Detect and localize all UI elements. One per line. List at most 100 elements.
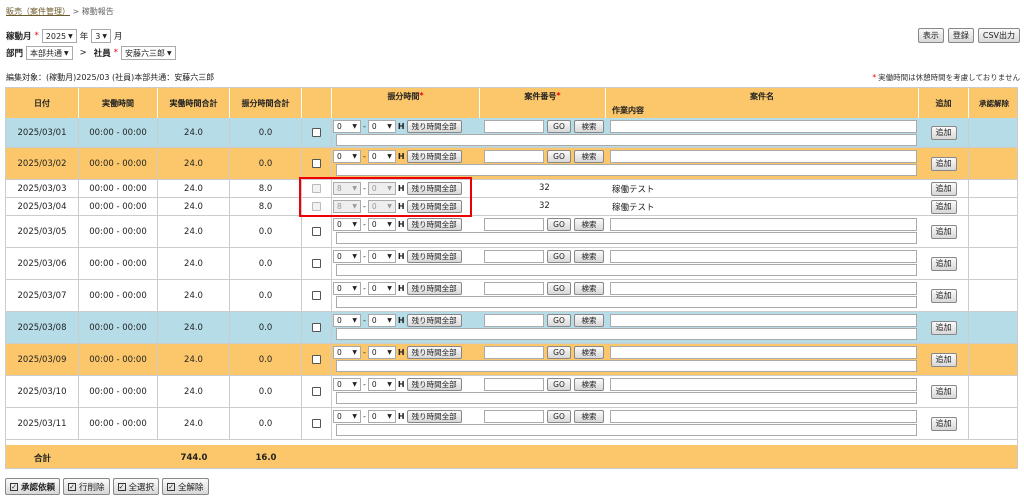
row-checkbox[interactable] <box>312 291 321 300</box>
go-button[interactable]: GO <box>547 250 571 263</box>
rest-all-button[interactable]: 残り時間全部 <box>406 410 462 423</box>
rest-all-button[interactable]: 残り時間全部 <box>406 200 462 213</box>
search-button[interactable]: 検索 <box>574 120 604 133</box>
case-name-input[interactable] <box>610 120 917 133</box>
add-button[interactable]: 追加 <box>930 224 957 239</box>
task-input[interactable] <box>336 296 917 308</box>
search-button[interactable]: 検索 <box>574 314 604 327</box>
case-name-input[interactable] <box>610 150 917 163</box>
case-number-input[interactable] <box>484 314 544 327</box>
minute-select[interactable]: 0 ▼ <box>367 120 396 133</box>
row-checkbox[interactable] <box>312 419 321 428</box>
task-input[interactable] <box>336 134 917 146</box>
task-input[interactable] <box>336 424 917 436</box>
csv-export-button[interactable]: CSV出力 <box>977 28 1020 43</box>
case-number-input[interactable] <box>484 346 544 359</box>
row-checkbox[interactable] <box>312 355 321 364</box>
rest-all-button[interactable]: 残り時間全部 <box>406 378 462 391</box>
hour-select[interactable]: 0 ▼ <box>333 250 361 263</box>
task-input[interactable] <box>336 232 917 244</box>
go-button[interactable]: GO <box>547 150 571 163</box>
clear-all-button[interactable]: ✓ 全解除 <box>162 478 209 495</box>
task-input[interactable] <box>336 392 917 404</box>
task-input[interactable] <box>336 164 917 176</box>
row-checkbox[interactable] <box>312 128 321 137</box>
add-button[interactable]: 追加 <box>930 320 957 335</box>
minute-select[interactable]: 0 ▼ <box>367 250 396 263</box>
select-all-button[interactable]: ✓ 全選択 <box>112 478 160 495</box>
case-name-input[interactable] <box>610 410 917 423</box>
search-button[interactable]: 検索 <box>574 282 604 295</box>
go-button[interactable]: GO <box>547 218 571 231</box>
add-button[interactable]: 追加 <box>930 384 957 399</box>
employee-select[interactable]: 安藤六三郎 ▼ <box>121 46 176 60</box>
case-name-input[interactable] <box>610 346 917 359</box>
case-number-input[interactable] <box>484 378 544 391</box>
minute-select[interactable]: 0 ▼ <box>367 410 396 423</box>
case-number-input[interactable] <box>484 218 544 231</box>
search-button[interactable]: 検索 <box>574 346 604 359</box>
task-input[interactable] <box>336 264 917 276</box>
register-button[interactable]: 登録 <box>947 28 974 43</box>
month-select[interactable]: 3 ▼ <box>91 29 111 43</box>
case-number-input[interactable] <box>484 250 544 263</box>
case-name-input[interactable] <box>610 218 917 231</box>
hour-select[interactable]: 0 ▼ <box>333 150 361 163</box>
approval-request-button[interactable]: ✓ 承認依頼 <box>5 478 61 495</box>
minute-select[interactable]: 0 ▼ <box>367 378 396 391</box>
add-button[interactable]: 追加 <box>930 125 957 140</box>
case-number-input[interactable] <box>484 120 544 133</box>
rest-all-button[interactable]: 残り時間全部 <box>406 218 462 231</box>
rest-all-button[interactable]: 残り時間全部 <box>406 314 462 327</box>
add-button[interactable]: 追加 <box>930 256 957 271</box>
case-name-input[interactable] <box>610 378 917 391</box>
search-button[interactable]: 検索 <box>574 378 604 391</box>
rest-all-button[interactable]: 残り時間全部 <box>406 182 462 195</box>
add-button[interactable]: 追加 <box>930 181 957 196</box>
rest-all-button[interactable]: 残り時間全部 <box>406 120 462 133</box>
case-name-input[interactable] <box>610 250 917 263</box>
hour-select[interactable]: 0 ▼ <box>333 218 361 231</box>
case-number-input[interactable] <box>484 410 544 423</box>
row-checkbox[interactable] <box>312 387 321 396</box>
add-button[interactable]: 追加 <box>930 199 957 214</box>
row-checkbox[interactable] <box>312 259 321 268</box>
go-button[interactable]: GO <box>547 378 571 391</box>
add-button[interactable]: 追加 <box>930 288 957 303</box>
rest-all-button[interactable]: 残り時間全部 <box>406 150 462 163</box>
go-button[interactable]: GO <box>547 282 571 295</box>
add-button[interactable]: 追加 <box>930 416 957 431</box>
go-button[interactable]: GO <box>547 314 571 327</box>
year-select[interactable]: 2025 ▼ <box>41 29 77 43</box>
hour-select[interactable]: 0 ▼ <box>333 346 361 359</box>
go-button[interactable]: GO <box>547 346 571 359</box>
minute-select[interactable]: 0 ▼ <box>367 282 396 295</box>
case-number-input[interactable] <box>484 150 544 163</box>
hour-select[interactable]: 0 ▼ <box>333 378 361 391</box>
row-checkbox[interactable] <box>312 227 321 236</box>
add-button[interactable]: 追加 <box>930 352 957 367</box>
breadcrumb-parent-link[interactable]: 販売（案件管理） <box>6 7 70 16</box>
minute-select[interactable]: 0 ▼ <box>367 150 396 163</box>
go-button[interactable]: GO <box>547 410 571 423</box>
delete-row-button[interactable]: ✓ 行削除 <box>63 478 110 495</box>
row-checkbox[interactable] <box>312 159 321 168</box>
search-button[interactable]: 検索 <box>574 410 604 423</box>
hour-select[interactable]: 0 ▼ <box>333 120 361 133</box>
case-name-input[interactable] <box>610 282 917 295</box>
task-input[interactable] <box>336 360 917 372</box>
search-button[interactable]: 検索 <box>574 150 604 163</box>
go-button[interactable]: GO <box>547 120 571 133</box>
dept-select[interactable]: 本部共通 ▼ <box>26 46 73 60</box>
rest-all-button[interactable]: 残り時間全部 <box>406 250 462 263</box>
row-checkbox[interactable] <box>312 323 321 332</box>
hour-select[interactable]: 0 ▼ <box>333 410 361 423</box>
case-number-input[interactable] <box>484 282 544 295</box>
minute-select[interactable]: 0 ▼ <box>367 218 396 231</box>
rest-all-button[interactable]: 残り時間全部 <box>406 282 462 295</box>
hour-select[interactable]: 0 ▼ <box>333 282 361 295</box>
search-button[interactable]: 検索 <box>574 250 604 263</box>
minute-select[interactable]: 0 ▼ <box>367 346 396 359</box>
show-button[interactable]: 表示 <box>917 28 944 43</box>
minute-select[interactable]: 0 ▼ <box>367 314 396 327</box>
